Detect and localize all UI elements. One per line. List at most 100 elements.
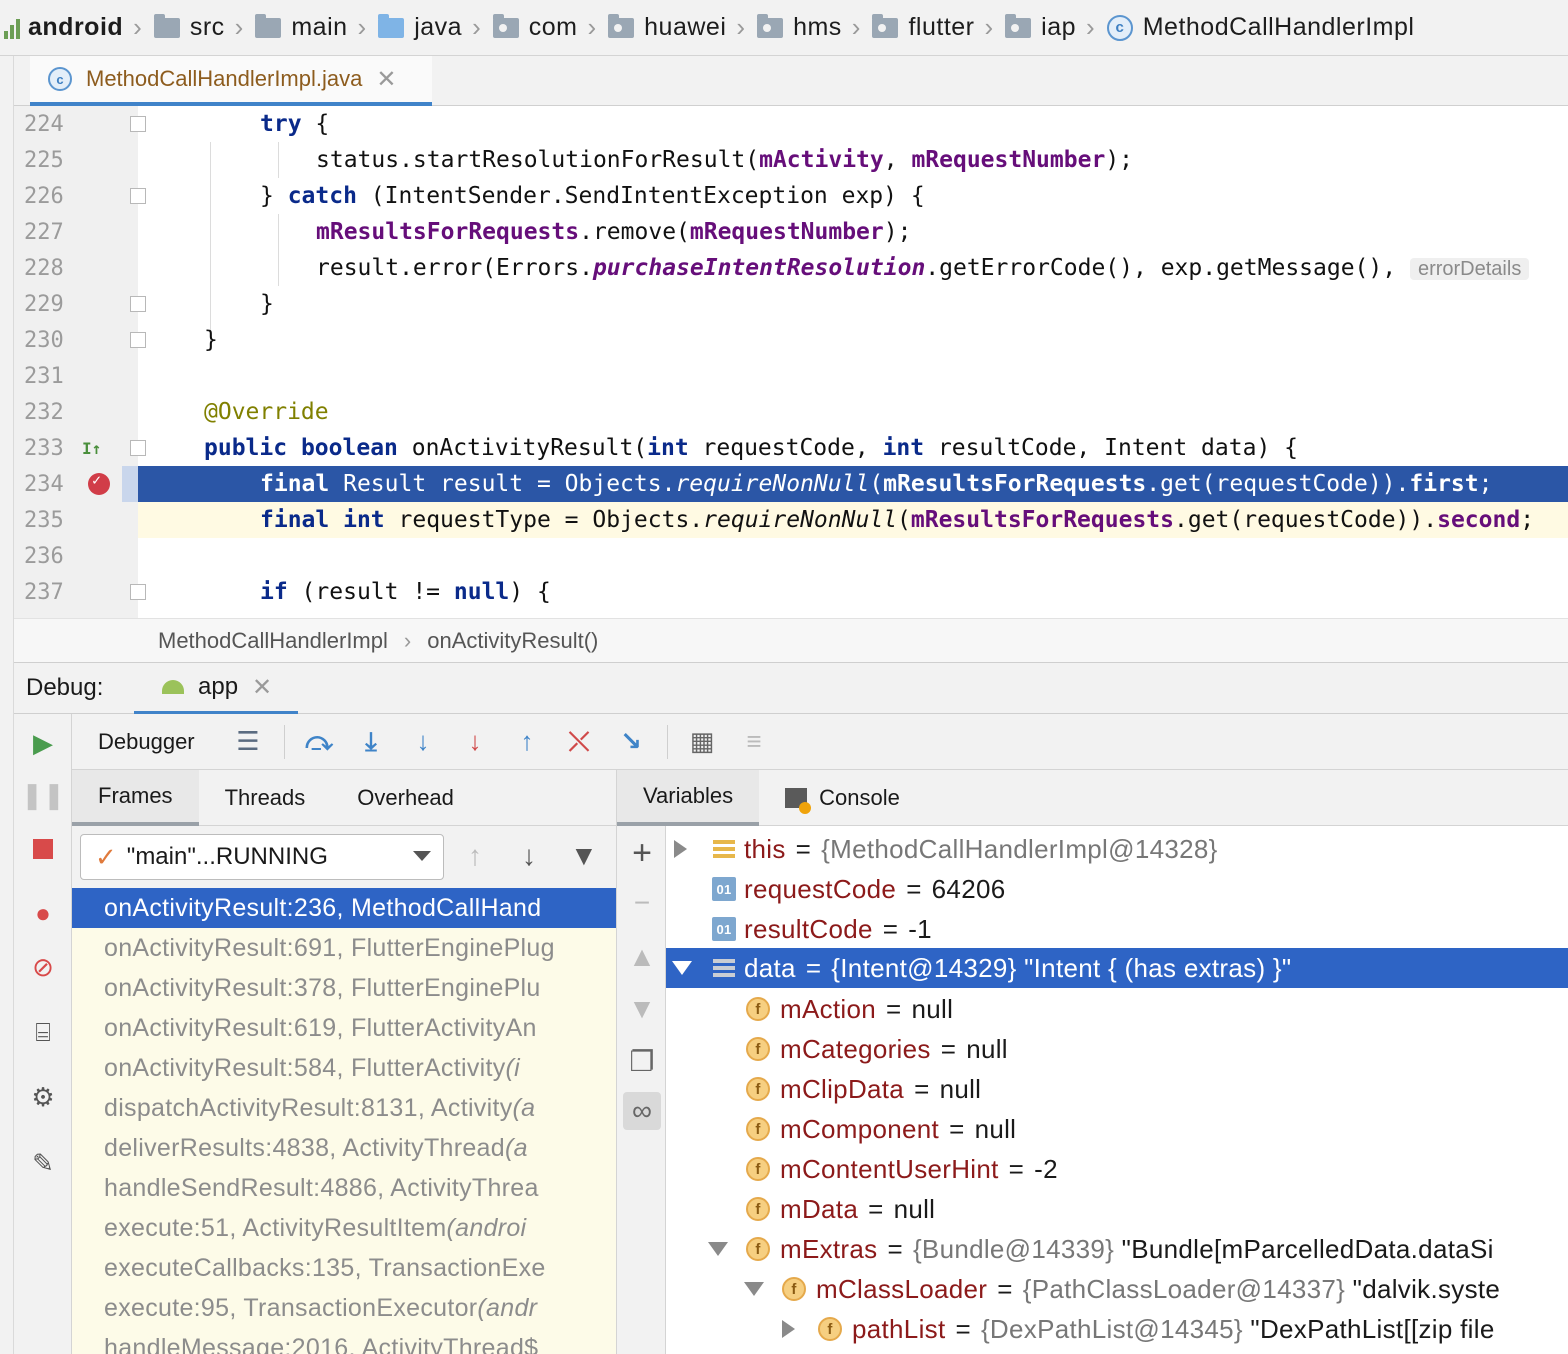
field-icon: f [746, 1197, 770, 1221]
stop-icon[interactable] [26, 832, 60, 866]
breadcrumb-src[interactable]: src › [153, 0, 256, 55]
collapse-arrow-icon[interactable] [744, 1282, 764, 1296]
camera-icon[interactable]: ⌸ [26, 1016, 60, 1050]
run-to-cursor-icon[interactable]: ↘ [611, 722, 651, 762]
variable-row-selected[interactable]: data = {Intent@14329} "Intent { (has extra… [666, 948, 1568, 988]
tab-app[interactable]: app ✕ [134, 663, 298, 715]
fold-marker[interactable] [130, 188, 146, 204]
step-into-icon[interactable]: ↓ [403, 722, 443, 762]
thread-dropdown[interactable]: ✓ "main"...RUNNING [80, 834, 444, 880]
force-step-into-icon[interactable]: ↓ [455, 722, 495, 762]
breadcrumb-com[interactable]: com › [492, 0, 608, 55]
frame-item[interactable]: execute:95, TransactionExecutor (andr [72, 1288, 616, 1328]
arrow-up-icon[interactable]: ↑ [468, 840, 482, 872]
frame-item[interactable]: onActivityResult:619, FlutterActivityAn [72, 1008, 616, 1048]
fold-marker[interactable] [130, 584, 146, 600]
arrow-down-icon[interactable]: ↓ [522, 840, 536, 872]
fold-marker[interactable] [130, 296, 146, 312]
settings-icon[interactable]: ⚙ [26, 1080, 60, 1114]
fold-marker[interactable] [130, 332, 146, 348]
implements-method-icon[interactable]: I↑ [82, 439, 101, 458]
variable-row[interactable]: this = {MethodCallHandlerImpl@14328} [666, 829, 1568, 869]
filter-icon[interactable]: ▼ [570, 840, 598, 872]
variable-row[interactable]: f pathList = {DexPathList@14345} "DexPathL… [666, 1309, 1568, 1349]
move-up-icon[interactable]: ▲ [623, 938, 661, 976]
pause-icon[interactable]: ❚❚ [21, 778, 65, 812]
variable-row[interactable]: f mData = null [666, 1189, 1568, 1229]
menu-icon[interactable]: ☰ [228, 722, 268, 762]
breadcrumb-method-name[interactable]: onActivityResult() [427, 628, 598, 654]
remove-watch-icon[interactable]: − [623, 884, 661, 922]
step-over-icon[interactable]: ⤓ [351, 722, 391, 762]
frame-item[interactable]: onActivityResult:236, MethodCallHand [72, 888, 616, 928]
pin-icon[interactable]: ✎ [26, 1146, 60, 1180]
package-icon [757, 13, 784, 38]
frame-item[interactable]: dispatchActivityResult:8131, Activity (a [72, 1088, 616, 1128]
show-watches-icon[interactable]: ∞ [623, 1092, 661, 1130]
frame-item[interactable]: execute:51, ActivityResultItem (androi [72, 1208, 616, 1248]
code-editor[interactable]: 224 try { 225 status.startResolutionForR… [14, 106, 1568, 618]
show-execution-point-icon[interactable]: ⤼ [299, 722, 339, 762]
thread-selector-row: ✓ "main"...RUNNING ↑ ↓ ▼ [72, 826, 616, 888]
variable-row[interactable]: 01 requestCode = 64206 [666, 869, 1568, 909]
variable-row[interactable]: f mClassLoader = {PathClassLoader@14337} "… [666, 1269, 1568, 1309]
breadcrumb-flutter[interactable]: flutter › [872, 0, 1005, 55]
breadcrumb-main[interactable]: main › [255, 0, 378, 55]
breadcrumb-java[interactable]: java › [378, 0, 493, 55]
move-down-icon[interactable]: ▼ [623, 990, 661, 1028]
close-tab-icon[interactable]: ✕ [376, 65, 396, 94]
variable-row[interactable]: f mExtras = {Bundle@14339} "Bundle[mParcel… [666, 1229, 1568, 1269]
variable-row[interactable]: 01 resultCode = -1 [666, 909, 1568, 949]
code-line: 225 status.startResolutionForResult(mAct… [24, 147, 1134, 173]
step-out-icon[interactable]: ↑ [507, 722, 547, 762]
code-line: 237 if (result != null) { [24, 579, 551, 605]
breadcrumb-huawei[interactable]: huawei › [608, 0, 757, 55]
frame-item[interactable]: onActivityResult:584, FlutterActivity (i [72, 1048, 616, 1088]
frame-item[interactable]: executeCallbacks:135, TransactionExe [72, 1248, 616, 1288]
trace-icon[interactable]: ≡ [734, 722, 774, 762]
breadcrumb-class[interactable]: c MethodCallHandlerImpl [1106, 0, 1415, 55]
expand-arrow-icon[interactable] [782, 1320, 795, 1338]
breakpoint-icon[interactable] [88, 471, 110, 495]
mute-breakpoints-icon[interactable]: ⊘ [26, 950, 60, 984]
close-icon[interactable]: ✕ [252, 673, 272, 702]
resume-icon[interactable]: ▶ [26, 726, 60, 760]
parameter-hint: errorDetails [1409, 258, 1530, 280]
collapse-arrow-icon[interactable] [672, 961, 692, 975]
field-icon: f [746, 1157, 770, 1181]
view-breakpoints-icon[interactable]: ● [26, 896, 60, 930]
variable-row[interactable]: f mClipData = null [666, 1069, 1568, 1109]
frame-item[interactable]: deliverResults:4838, ActivityThread (a [72, 1128, 616, 1168]
tab-threads[interactable]: Threads [199, 770, 332, 826]
breadcrumb-iap[interactable]: iap › [1005, 0, 1107, 55]
tab-variables[interactable]: Variables [617, 769, 760, 826]
variable-row[interactable]: f mComponent = null [666, 1109, 1568, 1149]
add-watch-icon[interactable]: + [623, 834, 661, 872]
copy-icon[interactable]: ❐ [623, 1042, 661, 1080]
fold-marker[interactable] [130, 116, 146, 132]
variable-row[interactable]: f mContentUserHint = -2 [666, 1149, 1568, 1189]
drop-frame-icon[interactable]: ⤬ [559, 722, 599, 762]
breadcrumb-android[interactable]: android › [4, 0, 154, 55]
breadcrumb-hms[interactable]: hms › [757, 0, 872, 55]
code-structure-breadcrumb: MethodCallHandlerImpl › onActivityResult… [14, 618, 1568, 662]
frame-item[interactable]: onActivityResult:691, FlutterEnginePlug [72, 928, 616, 968]
fold-marker[interactable] [130, 440, 146, 456]
variables-tabs: Variables Console [616, 769, 1568, 826]
collapse-arrow-icon[interactable] [708, 1242, 728, 1256]
variable-row[interactable]: f mCategories = null [666, 1029, 1568, 1069]
frame-item[interactable]: handleMessage:2016, ActivityThread$ [72, 1328, 616, 1354]
tab-label: MethodCallHandlerImpl.java [86, 66, 363, 91]
frame-item[interactable]: handleSendResult:4886, ActivityThrea [72, 1168, 616, 1208]
debug-side-toolbar: ▶ ❚❚ ● ⊘ ⌸ ⚙ ✎ [14, 714, 72, 1354]
expand-arrow-icon[interactable] [674, 840, 687, 858]
tab-methodcallhandlerimpl[interactable]: c MethodCallHandlerImpl.java ✕ [30, 56, 432, 106]
debugger-tab[interactable]: Debugger [98, 729, 228, 755]
frame-item[interactable]: onActivityResult:378, FlutterEnginePlu [72, 968, 616, 1008]
evaluate-expression-icon[interactable]: ▦ [682, 722, 722, 762]
tab-console[interactable]: Console [759, 770, 926, 826]
variable-row[interactable]: f mAction = null [666, 989, 1568, 1029]
breadcrumb-class-name[interactable]: MethodCallHandlerImpl [158, 628, 388, 654]
tab-frames[interactable]: Frames [72, 769, 199, 826]
tab-overhead[interactable]: Overhead [331, 770, 480, 826]
